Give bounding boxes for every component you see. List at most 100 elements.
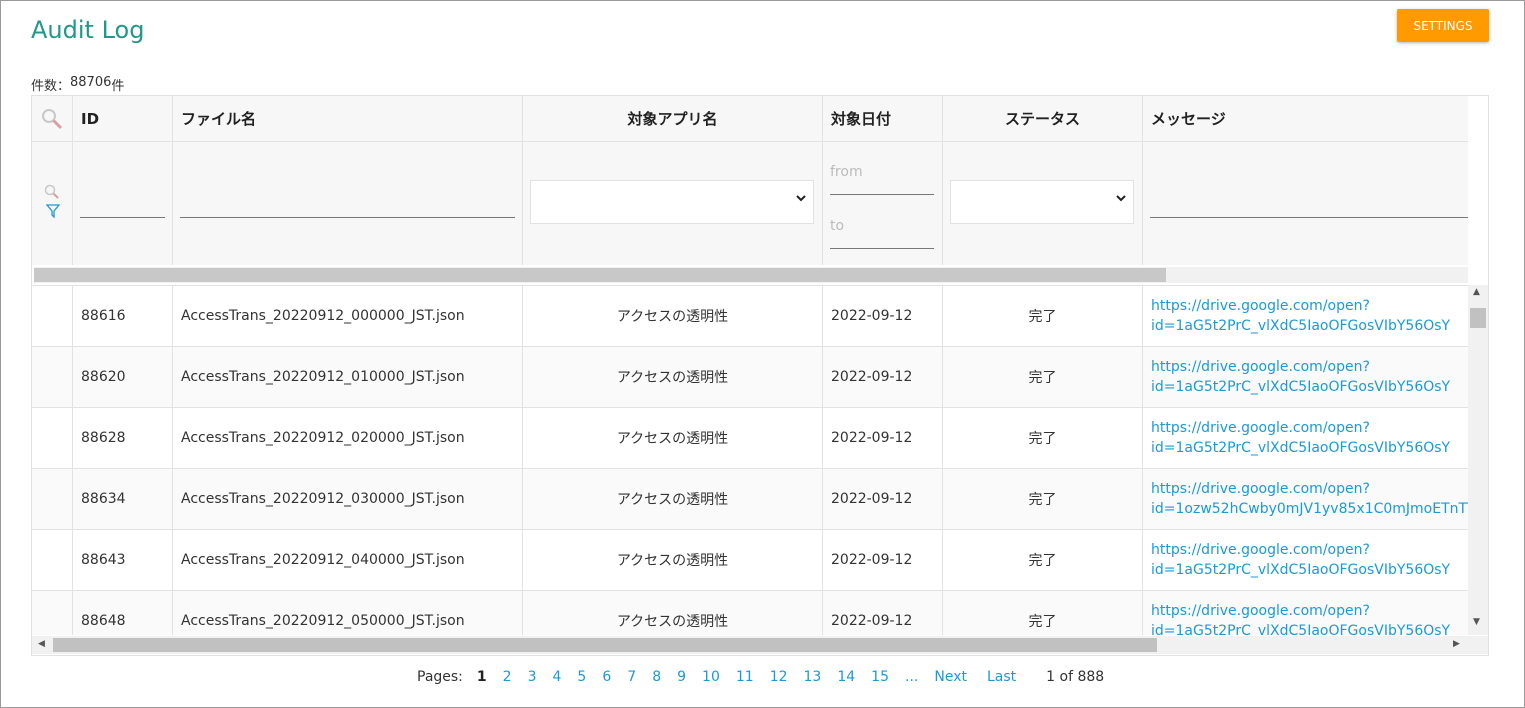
vertical-scrollbar[interactable]: ▲ ▼	[1468, 285, 1488, 635]
page-link[interactable]: 7	[627, 669, 636, 685]
status-cell: 完了	[943, 530, 1143, 590]
message-link[interactable]: https://drive.google.com/open? id=1aG5t2P…	[1151, 357, 1450, 397]
page-link[interactable]: 3	[528, 669, 537, 685]
table-row[interactable]: 88620 AccessTrans_20220912_010000_JST.jso…	[32, 347, 1468, 408]
filter-icons-cell	[32, 142, 73, 265]
status-filter-select[interactable]	[950, 180, 1134, 224]
scroll-left-arrow-icon[interactable]: ◀	[38, 639, 45, 649]
page-link[interactable]: 4	[553, 669, 562, 685]
file-cell: AccessTrans_20220912_010000_JST.json	[173, 347, 523, 407]
message-link-line[interactable]: https://drive.google.com/open?	[1151, 418, 1450, 438]
page-link[interactable]: 5	[577, 669, 586, 685]
header-horizontal-scrollbar[interactable]	[34, 267, 1468, 283]
page-link[interactable]: 12	[770, 669, 788, 685]
column-header-file-name[interactable]: ファイル名	[173, 96, 523, 141]
message-link-line[interactable]: https://drive.google.com/open?	[1151, 479, 1468, 499]
message-link[interactable]: https://drive.google.com/open? id=1aG5t2P…	[1151, 601, 1450, 635]
message-link-line[interactable]: https://drive.google.com/open?	[1151, 601, 1450, 621]
message-link-line[interactable]: id=1aG5t2PrC_vlXdC5IaoOFGosVIbY56OsY	[1151, 316, 1450, 336]
last-page-link[interactable]: Last	[987, 669, 1016, 685]
page-link[interactable]: 6	[602, 669, 611, 685]
id-cell: 88648	[73, 591, 173, 635]
header-scrollbar-thumb[interactable]	[34, 268, 1166, 282]
page-link[interactable]: 1	[477, 669, 487, 685]
id-filter-input[interactable]	[80, 217, 165, 218]
search-icon[interactable]	[44, 184, 60, 200]
chevron-down-icon	[1115, 192, 1127, 208]
next-page-link[interactable]: Next	[934, 669, 967, 685]
date-cell: 2022-09-12	[823, 286, 943, 346]
table-row[interactable]: 88643 AccessTrans_20220912_040000_JST.jso…	[32, 530, 1468, 591]
page-link[interactable]: 8	[652, 669, 661, 685]
message-link-line[interactable]: id=1aG5t2PrC_vlXdC5IaoOFGosVIbY56OsY	[1151, 621, 1450, 635]
filter-id-cell	[73, 142, 173, 265]
chevron-down-icon	[795, 192, 807, 208]
page-link[interactable]: 15	[871, 669, 889, 685]
date-to-placeholder: to	[830, 218, 845, 234]
id-cell: 88643	[73, 530, 173, 590]
column-header-app-name[interactable]: 対象アプリ名	[523, 96, 823, 141]
scroll-up-arrow-icon[interactable]: ▲	[1473, 287, 1480, 297]
message-link-line[interactable]: id=1aG5t2PrC_vlXdC5IaoOFGosVIbY56OsY	[1151, 560, 1450, 580]
file-cell: AccessTrans_20220912_020000_JST.json	[173, 408, 523, 468]
table-row[interactable]: 88616 AccessTrans_20220912_000000_JST.jso…	[32, 286, 1468, 347]
message-link[interactable]: https://drive.google.com/open? id=1aG5t2P…	[1151, 540, 1450, 580]
message-cell: https://drive.google.com/open? id=1ozw52h…	[1143, 469, 1468, 529]
message-link[interactable]: https://drive.google.com/open? id=1aG5t2P…	[1151, 418, 1450, 458]
page-link[interactable]: 14	[837, 669, 855, 685]
message-link-line[interactable]: https://drive.google.com/open?	[1151, 540, 1450, 560]
page-link[interactable]: 9	[677, 669, 686, 685]
page-ellipsis[interactable]: ...	[905, 669, 918, 685]
date-cell: 2022-09-12	[823, 408, 943, 468]
status-cell: 完了	[943, 347, 1143, 407]
message-link-line[interactable]: id=1ozw52hCwby0mJV1yv85x1C0mJmoETnTT	[1151, 499, 1468, 519]
grid-filter-row: from to	[32, 142, 1468, 265]
scroll-right-arrow-icon[interactable]: ▶	[1453, 639, 1460, 649]
message-link-line[interactable]: id=1aG5t2PrC_vlXdC5IaoOFGosVIbY56OsY	[1151, 438, 1450, 458]
app-cell: アクセスの透明性	[523, 347, 823, 407]
message-link-line[interactable]: https://drive.google.com/open?	[1151, 357, 1450, 377]
column-header-date[interactable]: 対象日付	[823, 96, 943, 141]
filter-icon[interactable]	[46, 204, 60, 218]
page-link[interactable]: 2	[503, 669, 512, 685]
record-count: 件数： 88706 件	[31, 75, 124, 94]
horizontal-scrollbar-thumb[interactable]	[53, 638, 1157, 652]
message-cell: https://drive.google.com/open? id=1aG5t2P…	[1143, 408, 1468, 468]
id-cell: 88628	[73, 408, 173, 468]
row-selector-cell	[32, 408, 73, 468]
message-filter-input[interactable]	[1150, 217, 1468, 218]
column-header-message[interactable]: メッセージ	[1143, 96, 1468, 141]
settings-button[interactable]: SETTINGS	[1397, 9, 1489, 42]
message-cell: https://drive.google.com/open? id=1aG5t2P…	[1143, 286, 1468, 346]
vertical-scrollbar-thumb[interactable]	[1470, 308, 1486, 328]
search-icon[interactable]	[41, 108, 63, 130]
page-info: 1 of 888	[1046, 669, 1105, 685]
column-header-status[interactable]: ステータス	[943, 96, 1143, 141]
column-header-id[interactable]: ID	[73, 96, 173, 141]
table-row[interactable]: 88634 AccessTrans_20220912_030000_JST.jso…	[32, 469, 1468, 530]
horizontal-scrollbar[interactable]: ◀ ▶	[32, 636, 1488, 654]
filter-message-cell	[1143, 142, 1468, 265]
file-name-filter-input[interactable]	[180, 217, 515, 218]
row-selector-cell	[32, 286, 73, 346]
table-row[interactable]: 88648 AccessTrans_20220912_050000_JST.jso…	[32, 591, 1468, 635]
table-row[interactable]: 88628 AccessTrans_20220912_020000_JST.jso…	[32, 408, 1468, 469]
message-link-line[interactable]: https://drive.google.com/open?	[1151, 296, 1450, 316]
id-cell: 88634	[73, 469, 173, 529]
filter-app-cell	[523, 142, 823, 265]
page-link[interactable]: 11	[736, 669, 754, 685]
date-to-input[interactable]	[830, 248, 934, 249]
date-from-input[interactable]	[830, 194, 934, 195]
grid-header: ID ファイル名 対象アプリ名 対象日付 ステータス メッセージ	[32, 96, 1468, 142]
scroll-down-arrow-icon[interactable]: ▼	[1473, 617, 1480, 627]
date-cell: 2022-09-12	[823, 347, 943, 407]
message-link[interactable]: https://drive.google.com/open? id=1ozw52h…	[1151, 479, 1468, 519]
message-cell: https://drive.google.com/open? id=1aG5t2P…	[1143, 347, 1468, 407]
header-search-cell	[32, 96, 73, 141]
message-link[interactable]: https://drive.google.com/open? id=1aG5t2P…	[1151, 296, 1450, 336]
app-name-filter-select[interactable]	[530, 180, 814, 224]
message-link-line[interactable]: id=1aG5t2PrC_vlXdC5IaoOFGosVIbY56OsY	[1151, 377, 1450, 397]
page-link[interactable]: 13	[804, 669, 822, 685]
status-cell: 完了	[943, 469, 1143, 529]
page-link[interactable]: 10	[702, 669, 720, 685]
